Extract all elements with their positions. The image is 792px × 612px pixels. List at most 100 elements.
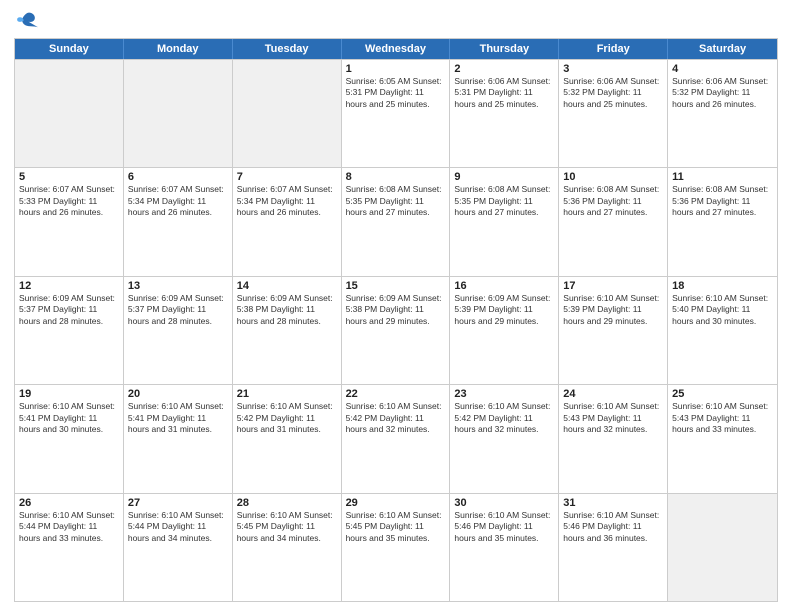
cal-cell-1-1 (15, 60, 124, 167)
day-number: 26 (19, 497, 119, 509)
cell-info: Sunrise: 6:08 AM Sunset: 5:36 PM Dayligh… (563, 184, 663, 218)
cal-cell-5-6: 31Sunrise: 6:10 AM Sunset: 5:46 PM Dayli… (559, 494, 668, 601)
header-cell-friday: Friday (559, 39, 668, 59)
cell-info: Sunrise: 6:09 AM Sunset: 5:38 PM Dayligh… (346, 293, 446, 327)
header-cell-sunday: Sunday (15, 39, 124, 59)
day-number: 24 (563, 388, 663, 400)
cal-cell-2-1: 5Sunrise: 6:07 AM Sunset: 5:33 PM Daylig… (15, 168, 124, 275)
day-number: 3 (563, 63, 663, 75)
cal-cell-3-3: 14Sunrise: 6:09 AM Sunset: 5:38 PM Dayli… (233, 277, 342, 384)
cell-info: Sunrise: 6:10 AM Sunset: 5:44 PM Dayligh… (128, 510, 228, 544)
day-number: 2 (454, 63, 554, 75)
cell-info: Sunrise: 6:09 AM Sunset: 5:39 PM Dayligh… (454, 293, 554, 327)
logo (14, 10, 38, 32)
cell-info: Sunrise: 6:10 AM Sunset: 5:46 PM Dayligh… (454, 510, 554, 544)
day-number: 29 (346, 497, 446, 509)
cell-info: Sunrise: 6:10 AM Sunset: 5:44 PM Dayligh… (19, 510, 119, 544)
header-cell-saturday: Saturday (668, 39, 777, 59)
cal-cell-4-5: 23Sunrise: 6:10 AM Sunset: 5:42 PM Dayli… (450, 385, 559, 492)
day-number: 9 (454, 171, 554, 183)
day-number: 18 (672, 280, 773, 292)
calendar-body: 1Sunrise: 6:05 AM Sunset: 5:31 PM Daylig… (15, 59, 777, 601)
cell-info: Sunrise: 6:10 AM Sunset: 5:45 PM Dayligh… (237, 510, 337, 544)
cal-cell-4-6: 24Sunrise: 6:10 AM Sunset: 5:43 PM Dayli… (559, 385, 668, 492)
cell-info: Sunrise: 6:10 AM Sunset: 5:45 PM Dayligh… (346, 510, 446, 544)
day-number: 23 (454, 388, 554, 400)
day-number: 25 (672, 388, 773, 400)
cell-info: Sunrise: 6:06 AM Sunset: 5:31 PM Dayligh… (454, 76, 554, 110)
logo-bird-icon (16, 10, 38, 32)
day-number: 7 (237, 171, 337, 183)
cell-info: Sunrise: 6:10 AM Sunset: 5:42 PM Dayligh… (237, 401, 337, 435)
day-number: 20 (128, 388, 228, 400)
day-number: 21 (237, 388, 337, 400)
header (14, 10, 778, 32)
day-number: 10 (563, 171, 663, 183)
cal-cell-1-5: 2Sunrise: 6:06 AM Sunset: 5:31 PM Daylig… (450, 60, 559, 167)
cell-info: Sunrise: 6:08 AM Sunset: 5:35 PM Dayligh… (454, 184, 554, 218)
day-number: 11 (672, 171, 773, 183)
cal-cell-5-4: 29Sunrise: 6:10 AM Sunset: 5:45 PM Dayli… (342, 494, 451, 601)
day-number: 15 (346, 280, 446, 292)
day-number: 13 (128, 280, 228, 292)
cell-info: Sunrise: 6:08 AM Sunset: 5:36 PM Dayligh… (672, 184, 773, 218)
day-number: 8 (346, 171, 446, 183)
header-cell-monday: Monday (124, 39, 233, 59)
header-cell-thursday: Thursday (450, 39, 559, 59)
day-number: 19 (19, 388, 119, 400)
header-cell-tuesday: Tuesday (233, 39, 342, 59)
cell-info: Sunrise: 6:10 AM Sunset: 5:39 PM Dayligh… (563, 293, 663, 327)
cal-cell-5-2: 27Sunrise: 6:10 AM Sunset: 5:44 PM Dayli… (124, 494, 233, 601)
cal-cell-1-2 (124, 60, 233, 167)
cell-info: Sunrise: 6:07 AM Sunset: 5:33 PM Dayligh… (19, 184, 119, 218)
cal-cell-2-3: 7Sunrise: 6:07 AM Sunset: 5:34 PM Daylig… (233, 168, 342, 275)
day-number: 14 (237, 280, 337, 292)
cal-cell-3-1: 12Sunrise: 6:09 AM Sunset: 5:37 PM Dayli… (15, 277, 124, 384)
day-number: 1 (346, 63, 446, 75)
cell-info: Sunrise: 6:09 AM Sunset: 5:38 PM Dayligh… (237, 293, 337, 327)
cell-info: Sunrise: 6:05 AM Sunset: 5:31 PM Dayligh… (346, 76, 446, 110)
week-row-5: 26Sunrise: 6:10 AM Sunset: 5:44 PM Dayli… (15, 493, 777, 601)
cell-info: Sunrise: 6:10 AM Sunset: 5:41 PM Dayligh… (128, 401, 228, 435)
cal-cell-4-7: 25Sunrise: 6:10 AM Sunset: 5:43 PM Dayli… (668, 385, 777, 492)
cal-cell-5-7 (668, 494, 777, 601)
day-number: 12 (19, 280, 119, 292)
cell-info: Sunrise: 6:10 AM Sunset: 5:43 PM Dayligh… (672, 401, 773, 435)
header-cell-wednesday: Wednesday (342, 39, 451, 59)
cell-info: Sunrise: 6:10 AM Sunset: 5:43 PM Dayligh… (563, 401, 663, 435)
cell-info: Sunrise: 6:07 AM Sunset: 5:34 PM Dayligh… (237, 184, 337, 218)
cal-cell-3-5: 16Sunrise: 6:09 AM Sunset: 5:39 PM Dayli… (450, 277, 559, 384)
week-row-1: 1Sunrise: 6:05 AM Sunset: 5:31 PM Daylig… (15, 59, 777, 167)
cal-cell-5-1: 26Sunrise: 6:10 AM Sunset: 5:44 PM Dayli… (15, 494, 124, 601)
calendar: SundayMondayTuesdayWednesdayThursdayFrid… (14, 38, 778, 602)
cal-cell-4-3: 21Sunrise: 6:10 AM Sunset: 5:42 PM Dayli… (233, 385, 342, 492)
cell-info: Sunrise: 6:06 AM Sunset: 5:32 PM Dayligh… (672, 76, 773, 110)
cell-info: Sunrise: 6:08 AM Sunset: 5:35 PM Dayligh… (346, 184, 446, 218)
day-number: 6 (128, 171, 228, 183)
cell-info: Sunrise: 6:09 AM Sunset: 5:37 PM Dayligh… (19, 293, 119, 327)
cell-info: Sunrise: 6:09 AM Sunset: 5:37 PM Dayligh… (128, 293, 228, 327)
cell-info: Sunrise: 6:06 AM Sunset: 5:32 PM Dayligh… (563, 76, 663, 110)
calendar-header: SundayMondayTuesdayWednesdayThursdayFrid… (15, 39, 777, 59)
cal-cell-3-4: 15Sunrise: 6:09 AM Sunset: 5:38 PM Dayli… (342, 277, 451, 384)
day-number: 30 (454, 497, 554, 509)
cal-cell-4-2: 20Sunrise: 6:10 AM Sunset: 5:41 PM Dayli… (124, 385, 233, 492)
cal-cell-2-4: 8Sunrise: 6:08 AM Sunset: 5:35 PM Daylig… (342, 168, 451, 275)
cal-cell-5-5: 30Sunrise: 6:10 AM Sunset: 5:46 PM Dayli… (450, 494, 559, 601)
cal-cell-1-3 (233, 60, 342, 167)
cal-cell-4-4: 22Sunrise: 6:10 AM Sunset: 5:42 PM Dayli… (342, 385, 451, 492)
cal-cell-1-6: 3Sunrise: 6:06 AM Sunset: 5:32 PM Daylig… (559, 60, 668, 167)
day-number: 31 (563, 497, 663, 509)
day-number: 16 (454, 280, 554, 292)
day-number: 27 (128, 497, 228, 509)
cell-info: Sunrise: 6:10 AM Sunset: 5:41 PM Dayligh… (19, 401, 119, 435)
week-row-2: 5Sunrise: 6:07 AM Sunset: 5:33 PM Daylig… (15, 167, 777, 275)
cell-info: Sunrise: 6:07 AM Sunset: 5:34 PM Dayligh… (128, 184, 228, 218)
cal-cell-4-1: 19Sunrise: 6:10 AM Sunset: 5:41 PM Dayli… (15, 385, 124, 492)
cal-cell-3-7: 18Sunrise: 6:10 AM Sunset: 5:40 PM Dayli… (668, 277, 777, 384)
week-row-3: 12Sunrise: 6:09 AM Sunset: 5:37 PM Dayli… (15, 276, 777, 384)
cal-cell-1-4: 1Sunrise: 6:05 AM Sunset: 5:31 PM Daylig… (342, 60, 451, 167)
cal-cell-5-3: 28Sunrise: 6:10 AM Sunset: 5:45 PM Dayli… (233, 494, 342, 601)
cal-cell-2-7: 11Sunrise: 6:08 AM Sunset: 5:36 PM Dayli… (668, 168, 777, 275)
cell-info: Sunrise: 6:10 AM Sunset: 5:40 PM Dayligh… (672, 293, 773, 327)
